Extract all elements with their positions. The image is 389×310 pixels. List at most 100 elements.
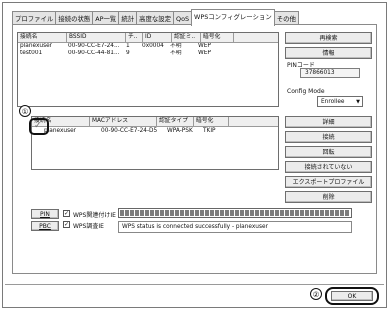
col-encryption[interactable]: 暗号化 (194, 117, 229, 126)
col-auth[interactable]: 認証ミ.. (172, 33, 201, 42)
pbc-button-label: PBC (39, 223, 51, 230)
progress-segment (240, 210, 244, 216)
progress-segment (280, 210, 284, 216)
export-profile-button[interactable]: エクスポートプロファイル (285, 176, 372, 188)
tab-wps-configuration[interactable]: WPSコンフィグレーション (191, 9, 275, 26)
cell-channel: 1 (126, 43, 130, 49)
pin-button[interactable]: PIN (31, 209, 59, 219)
col-name[interactable]: 接続名 (18, 33, 67, 42)
cell-mac: 00-90-CC-E7-24-D5 (101, 128, 158, 134)
table-row[interactable]: planexuser 00-90-CC-E7-24-D5 WPA-PSK TKI… (32, 127, 278, 136)
wps-probe-ie-checkbox[interactable]: ✓ (63, 221, 70, 228)
progress-segment (330, 210, 334, 216)
details-button[interactable]: 詳細 (285, 116, 372, 128)
wps-status-message: WPS status is connected successfully - p… (118, 221, 352, 233)
progress-segment (250, 210, 254, 216)
progress-segment (335, 210, 339, 216)
cell-auth: 不明 (170, 43, 182, 49)
progress-segment (235, 210, 239, 216)
marker-one: ① (19, 105, 31, 117)
progress-segment (295, 210, 299, 216)
cell-bssid: 00-90-CC-E7-24... (68, 43, 120, 49)
ap-table-header: 接続名 BSSID チ.. ID 認証ミ.. 暗号化 (18, 33, 278, 43)
cell-encryption: TKIP (203, 128, 216, 134)
checkmark-highlight: ✓ (29, 118, 49, 135)
progress-segment (165, 210, 169, 216)
progress-segment (200, 210, 204, 216)
progress-segment (160, 210, 164, 216)
pin-code-field[interactable]: 37866013 (300, 68, 360, 78)
wps-associate-ie-checkbox[interactable]: ✓ (63, 210, 70, 217)
progress-segment (120, 210, 124, 216)
progress-segment (170, 210, 174, 216)
pbc-button[interactable]: PBC (31, 221, 59, 231)
progress-segment (320, 210, 324, 216)
progress-segment (125, 210, 129, 216)
progress-segment (205, 210, 209, 216)
chevron-down-icon: ▼ (356, 99, 360, 105)
cell-bssid: 00-90-CC-44-81... (68, 50, 120, 56)
progress-segment (285, 210, 289, 216)
progress-segment (290, 210, 294, 216)
cell-name: test001 (20, 50, 43, 56)
table-row[interactable]: test001 00-90-CC-44-81... 9 不明 WEP (18, 50, 278, 57)
col-auth-type[interactable]: 認証タイプ (157, 117, 194, 126)
connect-button[interactable]: 接続 (285, 131, 372, 143)
progress-segment (185, 210, 189, 216)
info-button[interactable]: 情報 (285, 47, 372, 59)
progress-segment (310, 210, 314, 216)
col-bssid[interactable]: BSSID (67, 33, 126, 42)
disconnect-button[interactable]: 接続されていない (285, 161, 372, 173)
cell-id (140, 50, 168, 57)
tab-strip: プロファイル 接続の状態 AP一覧 統計 高度な設定 QoS WPSコンフィグレ… (12, 9, 299, 26)
progress-segment (210, 210, 214, 216)
cell-encryption: WEP (198, 43, 211, 49)
progress-segment (135, 210, 139, 216)
config-mode-label: Config Mode (287, 88, 325, 95)
rotate-button[interactable]: 回転 (285, 146, 372, 158)
progress-segment (275, 210, 279, 216)
progress-segment (180, 210, 184, 216)
progress-segment (225, 210, 229, 216)
divider (5, 284, 384, 285)
col-channel[interactable]: チ.. (126, 33, 143, 42)
col-mac[interactable]: MACアドレス (90, 117, 157, 126)
config-mode-value: Enrollee (321, 99, 345, 105)
col-id[interactable]: ID (143, 33, 172, 42)
profile-table-header: 接続名 MACアドレス 認証タイプ 暗号化 (32, 117, 278, 127)
progress-segment (260, 210, 264, 216)
progress-segment (150, 210, 154, 216)
progress-segment (255, 210, 259, 216)
cell-encryption: WEP (198, 50, 211, 56)
cell-name: planexuser (20, 43, 53, 49)
config-mode-select[interactable]: Enrollee ▼ (317, 96, 363, 107)
cell-channel: 9 (126, 50, 130, 56)
progress-segment (175, 210, 179, 216)
marker-two: ② (310, 288, 322, 300)
progress-segment (140, 210, 144, 216)
profile-table[interactable]: 接続名 MACアドレス 認証タイプ 暗号化 planexuser 00-90-C… (31, 116, 279, 170)
progress-segment (195, 210, 199, 216)
progress-segment (340, 210, 344, 216)
progress-segment (215, 210, 219, 216)
cell-auth-type: WPA-PSK (167, 128, 193, 134)
progress-segment (315, 210, 319, 216)
col-filler (229, 117, 278, 126)
delete-button[interactable]: 削除 (285, 191, 372, 203)
table-row[interactable]: planexuser 00-90-CC-E7-24... 1 0x0004 不明… (18, 43, 278, 50)
progress-segment (130, 210, 134, 216)
ap-table[interactable]: 接続名 BSSID チ.. ID 認証ミ.. 暗号化 planexuser 00… (17, 32, 279, 107)
pin-button-label: PIN (40, 211, 50, 218)
cell-id: 0x0004 (142, 43, 164, 49)
cell-auth: 不明 (170, 50, 182, 56)
col-encryption[interactable]: 暗号化 (201, 33, 234, 42)
progress-segment (145, 210, 149, 216)
progress-segment (245, 210, 249, 216)
col-filler (234, 33, 278, 42)
progress-segment (300, 210, 304, 216)
progress-segment (305, 210, 309, 216)
rescan-button[interactable]: 再検索 (285, 32, 372, 44)
ok-button[interactable]: OK (331, 291, 373, 301)
progress-segment (265, 210, 269, 216)
progress-segment (230, 210, 234, 216)
